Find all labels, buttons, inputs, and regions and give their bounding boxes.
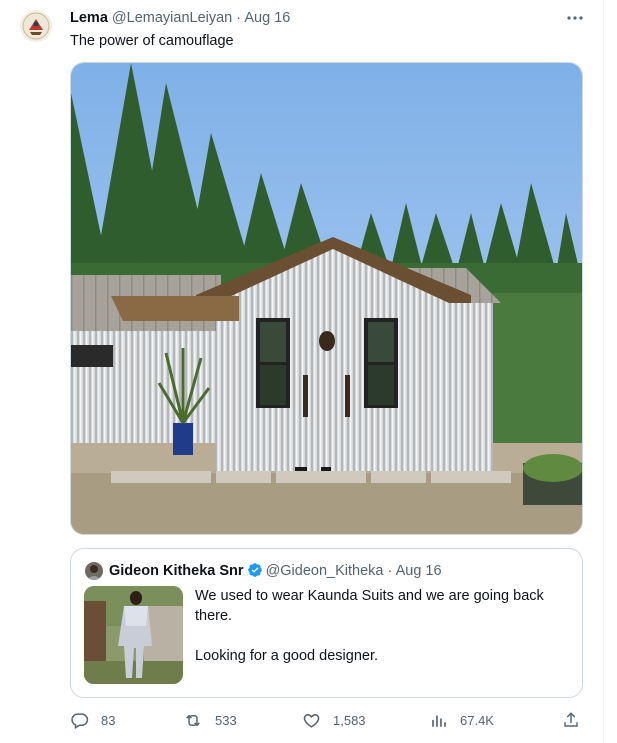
quote-text-line-2: Looking for a good designer. bbox=[195, 648, 378, 664]
share-button[interactable] bbox=[562, 709, 580, 731]
quote-text-line-1: We used to wear Kaunda Suits and we are … bbox=[195, 588, 544, 624]
reply-icon bbox=[70, 711, 89, 730]
tweet-header: Lema @LemayianLeiyan · Aug 16 bbox=[70, 9, 290, 27]
quote-text: We used to wear Kaunda Suits and we are … bbox=[195, 586, 570, 666]
tweet-date[interactable]: Aug 16 bbox=[244, 10, 290, 26]
author-avatar[interactable] bbox=[20, 10, 52, 42]
tweet-photo[interactable] bbox=[70, 62, 583, 535]
retweet-button[interactable]: 533 bbox=[183, 709, 237, 731]
quote-photo[interactable] bbox=[84, 586, 183, 684]
retweet-icon bbox=[183, 711, 203, 730]
views-button[interactable]: 67.4K bbox=[430, 709, 494, 731]
tweet-actions-bar: 83 533 1,583 67.4K bbox=[70, 709, 585, 731]
views-icon bbox=[430, 711, 448, 729]
quoted-tweet[interactable]: Gideon Kitheka Snr @Gideon_Kitheka · Aug … bbox=[70, 548, 583, 698]
quote-date[interactable]: Aug 16 bbox=[396, 563, 442, 579]
like-button[interactable]: 1,583 bbox=[302, 709, 366, 731]
views-count: 67.4K bbox=[460, 712, 494, 728]
quote-separator-dot: · bbox=[387, 563, 393, 579]
quote-author-handle[interactable]: @Gideon_Kitheka bbox=[266, 563, 384, 579]
quote-author-name[interactable]: Gideon Kitheka Snr bbox=[109, 563, 244, 579]
quote-author-avatar[interactable] bbox=[85, 562, 103, 580]
author-handle[interactable]: @LemayianLeiyan bbox=[112, 10, 232, 26]
more-icon[interactable] bbox=[565, 10, 585, 26]
tweet-text: The power of camouflage bbox=[70, 33, 234, 49]
retweet-count: 533 bbox=[215, 712, 237, 728]
author-name[interactable]: Lema bbox=[70, 10, 108, 26]
like-icon bbox=[302, 711, 321, 730]
like-count: 1,583 bbox=[333, 712, 366, 728]
share-icon bbox=[562, 711, 580, 729]
separator-dot: · bbox=[236, 10, 242, 26]
reply-button[interactable]: 83 bbox=[70, 709, 115, 731]
reply-count: 83 bbox=[101, 712, 116, 728]
verified-icon bbox=[247, 562, 263, 583]
quote-header: Gideon Kitheka Snr @Gideon_Kitheka · Aug … bbox=[109, 562, 442, 583]
